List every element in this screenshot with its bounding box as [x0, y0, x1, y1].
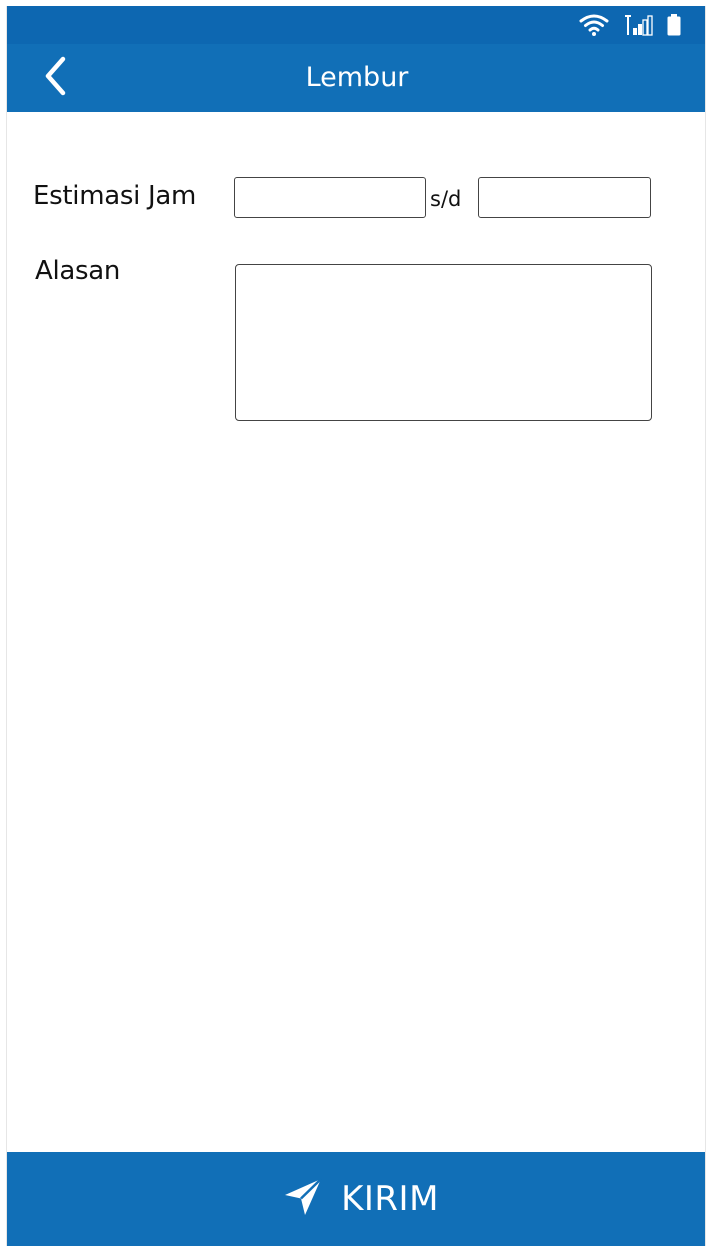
send-icon: [283, 1177, 323, 1222]
status-icons: [579, 13, 681, 37]
range-separator: s/d: [430, 187, 462, 211]
page-title: Lembur: [305, 62, 409, 93]
battery-icon: [667, 14, 681, 36]
submit-content: KIRIM: [283, 1177, 439, 1222]
status-bar: [7, 6, 705, 44]
back-button[interactable]: [29, 52, 81, 104]
start-time-input[interactable]: [234, 177, 426, 218]
wifi-icon: [579, 14, 609, 36]
submit-label: KIRIM: [341, 1179, 439, 1219]
alasan-label: Alasan: [35, 256, 121, 286]
chevron-left-icon: [40, 56, 70, 101]
reason-textarea[interactable]: [235, 264, 652, 421]
app-screen: Lembur Estimasi Jam s/d Alasan KIRIM: [6, 6, 706, 1246]
end-time-input[interactable]: [478, 177, 651, 218]
app-bar: Lembur: [7, 44, 705, 112]
submit-button[interactable]: KIRIM: [7, 1152, 705, 1246]
signal-icon: [623, 14, 653, 36]
estimasi-jam-label: Estimasi Jam: [33, 181, 197, 211]
